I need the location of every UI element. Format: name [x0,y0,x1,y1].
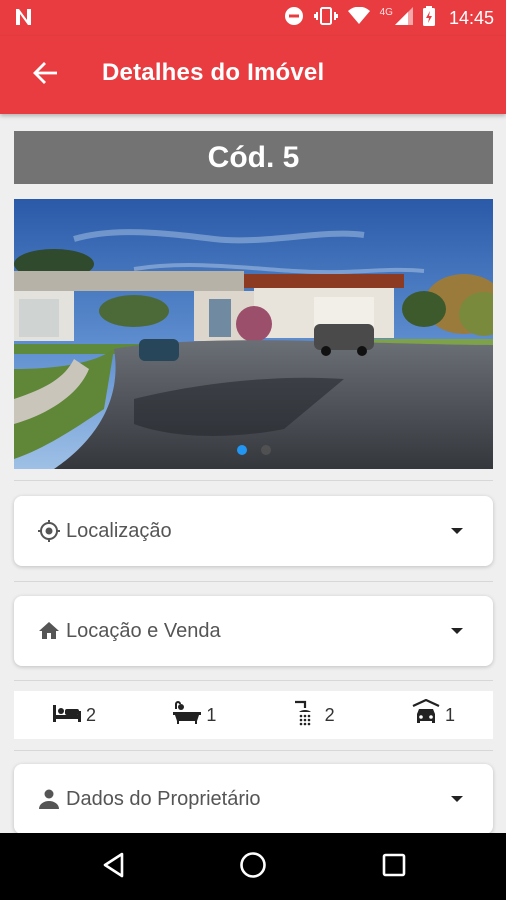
property-details-content[interactable]: Cód. 5 Localização Locação e Venda 2 1 2… [0,114,506,833]
recents-square-icon [382,853,406,882]
chevron-down-icon [451,796,463,802]
bedrooms-count: 2 [86,704,97,725]
nav-back-button[interactable] [96,849,132,885]
battery-charging-icon [422,5,435,31]
chevron-down-icon [451,628,463,634]
feature-garage: 1 [411,698,455,732]
home-circle-icon [239,851,267,884]
back-button[interactable] [26,60,64,90]
status-icons: 4G 14:45 [284,5,494,31]
garage-count: 1 [444,704,455,725]
carousel-dot-2[interactable] [260,445,271,455]
property-code: Cód. 5 [207,140,300,174]
showers-count: 2 [324,704,335,725]
network-type: 4G [379,6,393,18]
bathtub-icon [172,700,202,730]
property-photo [14,199,493,469]
bed-icon [52,702,82,729]
wifi-icon [347,6,370,30]
back-triangle-icon [102,852,126,883]
status-bar: 4G 14:45 [0,0,506,36]
rent-sale-label: Locação e Venda [66,619,221,642]
app-bar: Detalhes do Imóvel [0,36,506,114]
home-icon [36,618,62,644]
n-logo-icon [14,7,34,33]
feature-showers: 2 [293,700,335,731]
arrow-back-icon [33,61,58,89]
carousel-dot-1[interactable] [236,445,247,455]
property-code-banner: Cód. 5 [14,131,493,184]
location-label: Localização [66,519,172,542]
signal-icon [394,6,413,30]
location-target-icon [36,518,62,544]
property-features: 2 1 2 1 [14,691,493,739]
divider [14,680,493,681]
person-icon [36,786,62,812]
location-section[interactable]: Localização [14,496,493,566]
page-title: Detalhes do Imóvel [102,59,325,86]
shower-icon [293,700,321,731]
feature-bedrooms: 2 [52,702,96,729]
chevron-down-icon [451,528,463,534]
feature-bathtubs: 1 [172,700,217,730]
clock: 14:45 [448,7,494,28]
divider [14,581,493,582]
nav-recents-button[interactable] [376,849,412,885]
rent-sale-section[interactable]: Locação e Venda [14,596,493,666]
nav-home-button[interactable] [235,849,271,885]
owner-section[interactable]: Dados do Proprietário [14,764,493,833]
property-image-carousel[interactable] [14,199,493,469]
system-navigation-bar [0,833,506,900]
do-not-disturb-icon [284,6,304,31]
bathtubs-count: 1 [206,704,217,725]
owner-label: Dados do Proprietário [66,787,261,810]
carousel-indicators [14,445,493,455]
vibrate-icon [313,6,338,31]
divider [14,480,493,481]
car-icon [411,698,441,732]
divider [14,750,493,751]
